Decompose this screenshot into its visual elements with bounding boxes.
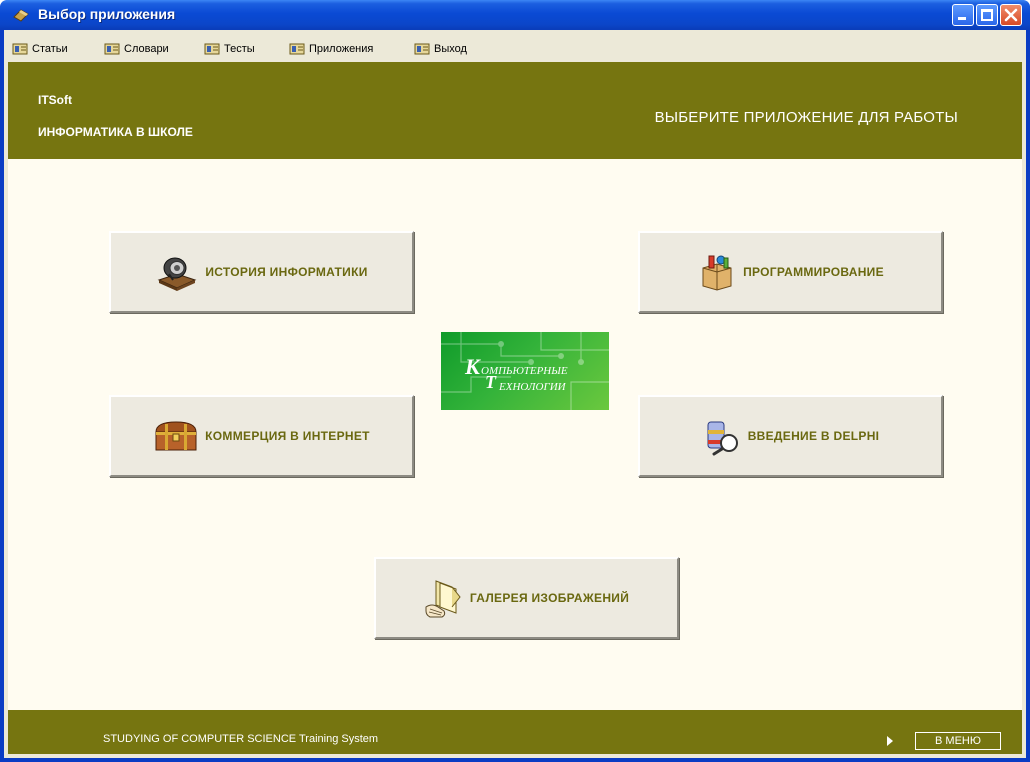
- book-icon: [12, 43, 28, 55]
- menu-item-tests[interactable]: Тесты: [204, 41, 255, 57]
- maximize-icon: [981, 9, 993, 21]
- app-chooser: ИСТОРИЯ ИНФОРМАТИКИ ПРОГРАММИРОВАНИЕ К О…: [8, 159, 1022, 710]
- menu-item-dictionaries[interactable]: Словари: [104, 41, 169, 57]
- logo-initial-k: К: [465, 354, 480, 379]
- header-subtitle: ИНФОРМАТИКА В ШКОЛЕ: [38, 125, 193, 139]
- book-icon: [104, 43, 120, 55]
- logo-line2: ЕХНОЛОГИИ: [499, 381, 566, 393]
- menu-label: Тесты: [224, 43, 255, 55]
- menu-bar: Статьи Словари Тесты Приложения Выход: [4, 30, 1026, 62]
- commerce-label: КОММЕРЦИЯ В ИНТЕРНЕТ: [205, 429, 370, 443]
- treasure-chest-icon: [155, 421, 197, 451]
- window-title: Выбор приложения: [38, 6, 176, 22]
- app-window: Выбор приложения Статьи Словари Тесты Пр…: [0, 0, 1030, 762]
- toolbox-icon: [702, 255, 732, 291]
- database-magnifier-icon: [707, 421, 738, 456]
- programming-button[interactable]: ПРОГРАММИРОВАНИЕ: [638, 231, 943, 313]
- app-icon: [13, 9, 29, 22]
- commerce-button[interactable]: КОММЕРЦИЯ В ИНТЕРНЕТ: [109, 395, 414, 477]
- history-label: ИСТОРИЯ ИНФОРМАТИКИ: [205, 265, 368, 279]
- brand-name: ITSoft: [38, 93, 72, 107]
- back-to-menu-button[interactable]: В МЕНЮ: [915, 732, 1001, 750]
- gallery-button[interactable]: ГАЛЕРЕЯ ИЗОБРАЖЕНИЙ: [374, 557, 679, 639]
- company-logo: К ОМПЬЮТЕРНЫЕ Т ЕХНОЛОГИИ: [441, 332, 609, 410]
- history-button[interactable]: ИСТОРИЯ ИНФОРМАТИКИ: [109, 231, 414, 313]
- client-area: Статьи Словари Тесты Приложения Выход IT…: [4, 30, 1026, 758]
- delphi-label: ВВЕДЕНИЕ В DELPHI: [747, 429, 880, 443]
- title-bar[interactable]: Выбор приложения: [0, 0, 1030, 30]
- close-button[interactable]: [1000, 4, 1022, 26]
- book-icon: [289, 43, 305, 55]
- book-icon: [414, 43, 430, 55]
- menu-label: Статьи: [32, 43, 68, 55]
- programming-label: ПРОГРАММИРОВАНИЕ: [743, 265, 884, 279]
- menu-item-exit[interactable]: Выход: [414, 41, 467, 57]
- logo-initial-t: Т: [485, 372, 496, 392]
- arrow-right-icon: [887, 736, 893, 746]
- status-text: STUDYING OF COMPUTER SCIENCE Training Sy…: [103, 733, 379, 745]
- phonograph-icon: [157, 257, 197, 291]
- folder-hand-icon: [425, 580, 461, 618]
- maximize-button[interactable]: [976, 4, 998, 26]
- menu-label: Приложения: [309, 43, 374, 55]
- page-title: ВЫБЕРИТЕ ПРИЛОЖЕНИЕ ДЛЯ РАБОТЫ: [654, 109, 958, 126]
- gallery-label: ГАЛЕРЕЯ ИЗОБРАЖЕНИЙ: [469, 591, 630, 605]
- footer-bar: STUDYING OF COMPUTER SCIENCE Training Sy…: [8, 710, 1022, 754]
- delphi-button[interactable]: ВВЕДЕНИЕ В DELPHI: [638, 395, 943, 477]
- minimize-button[interactable]: [952, 4, 974, 26]
- menu-label: Выход: [434, 43, 467, 55]
- minimize-icon: [958, 17, 966, 20]
- close-icon: [1004, 8, 1018, 22]
- header-banner: ITSoft ИНФОРМАТИКА В ШКОЛЕ ВЫБЕРИТЕ ПРИЛ…: [8, 62, 1022, 159]
- menu-item-articles[interactable]: Статьи: [12, 41, 68, 57]
- menu-item-applications[interactable]: Приложения: [289, 41, 373, 57]
- book-icon: [204, 43, 220, 55]
- menu-label: Словари: [124, 43, 169, 55]
